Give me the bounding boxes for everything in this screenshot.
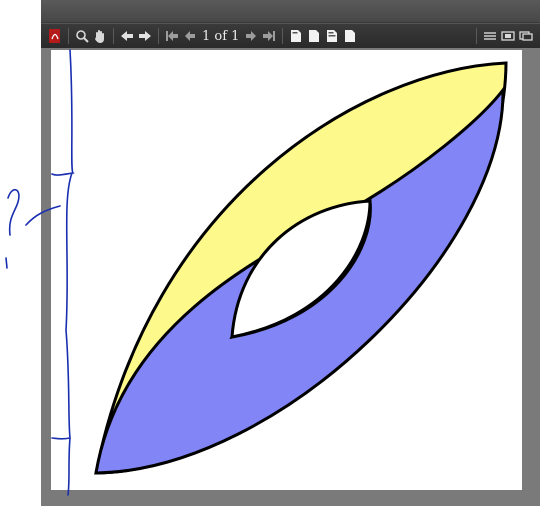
annotation-pointer	[25, 205, 61, 226]
question-mark-icon	[5, 189, 20, 269]
handwritten-annotation	[5, 49, 75, 496]
leaf-figure	[94, 61, 508, 475]
figure-canvas	[5, 49, 508, 496]
annotation-bracket	[51, 49, 75, 496]
